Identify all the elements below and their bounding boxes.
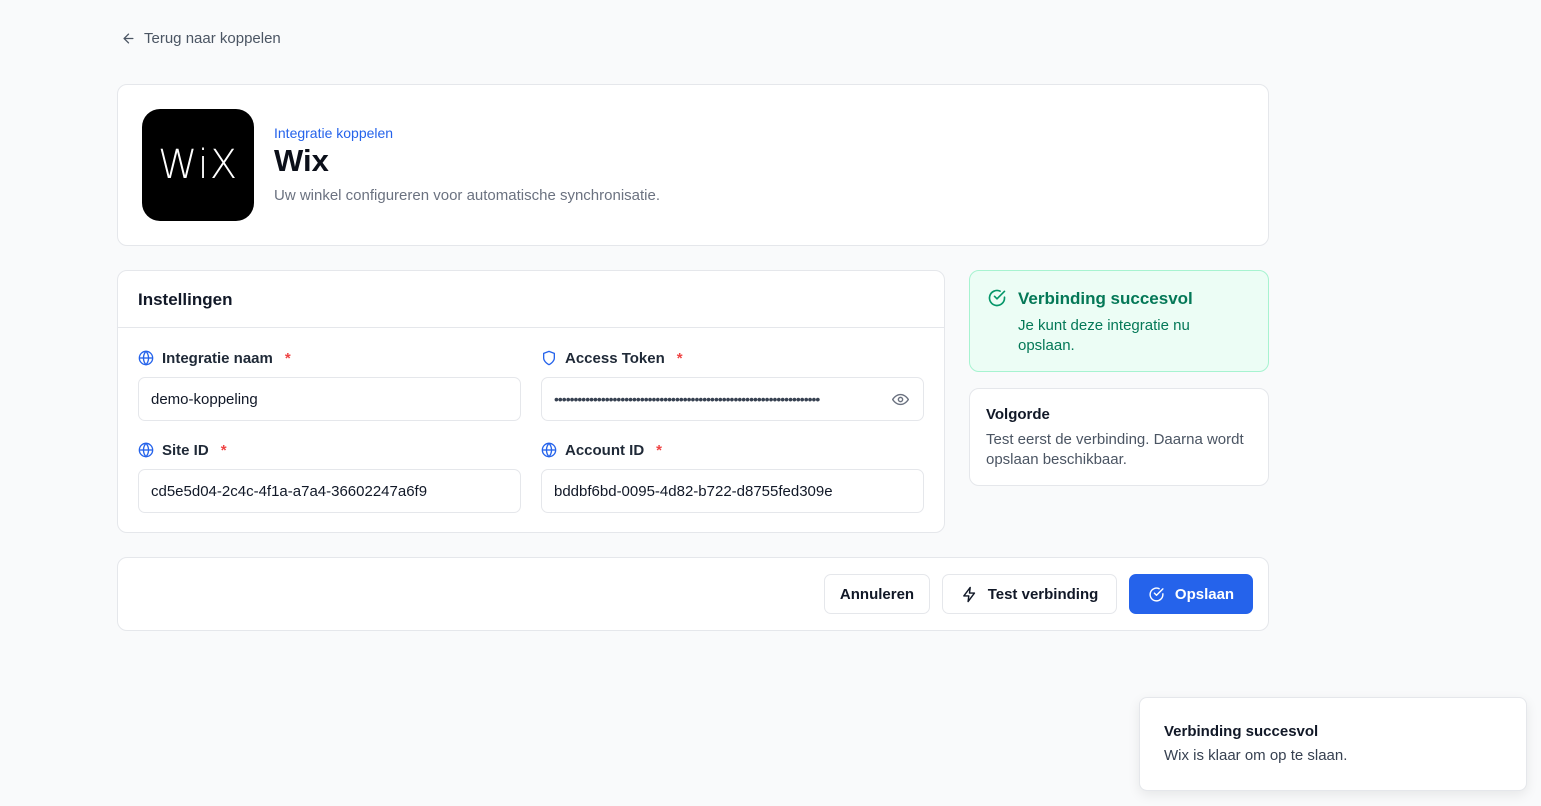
- account-id-label: Account ID *: [541, 440, 924, 460]
- globe-icon: [138, 442, 154, 458]
- required-marker: *: [284, 349, 291, 367]
- check-circle-icon: [988, 289, 1006, 307]
- site-id-label: Site ID *: [138, 440, 521, 460]
- shield-icon: [543, 350, 555, 366]
- toast-title: Verbinding succesvol: [1164, 723, 1319, 740]
- order-text: Test eerst de verbinding. Daarna wordt o…: [986, 431, 1244, 468]
- access-token-label: Access Token *: [541, 348, 924, 368]
- cancel-button[interactable]: Annuleren: [824, 574, 930, 614]
- test-connection-button[interactable]: Test verbinding: [942, 574, 1117, 614]
- globe-icon: [541, 442, 557, 458]
- site-id-input[interactable]: cd5e5d04-2c4c-4f1a-a7a4-36602247a6f9: [138, 469, 521, 513]
- integration-name-field: Integratie naam * demo-koppeling: [138, 348, 521, 421]
- actions-bar: Annuleren Test verbinding Opslaan: [117, 557, 1269, 631]
- wix-logo-text: WiX: [157, 142, 239, 188]
- required-marker: *: [676, 349, 683, 367]
- access-token-value: ••••••••••••••••••••••••••••••••••••••••…: [554, 391, 820, 407]
- lightning-icon: [962, 586, 975, 602]
- required-marker: *: [656, 441, 663, 459]
- site-id-label-text: Site ID: [162, 441, 209, 459]
- access-token-field: Access Token * ••••••••••••••••••••••••••…: [541, 348, 924, 421]
- settings-card: Instellingen Integratie naam * demo-koppe…: [117, 270, 945, 533]
- order-card: Volgorde Test eerst de verbinding. Daarn…: [969, 388, 1269, 486]
- site-id-value: cd5e5d04-2c4c-4f1a-a7a4-36602247a6f9: [151, 482, 428, 500]
- integration-name-label: Integratie naam *: [138, 348, 521, 368]
- save-button-label: Opslaan: [1174, 585, 1235, 603]
- integration-name-value: demo-koppeling: [151, 390, 258, 408]
- arrow-left-icon: [123, 33, 134, 44]
- page-title: Wix: [274, 143, 329, 178]
- success-text: Je kunt deze integratie nu opslaan.: [1018, 317, 1190, 354]
- connection-success-card: Verbinding succesvol Je kunt deze integr…: [969, 270, 1269, 372]
- integration-name-input[interactable]: demo-koppeling: [138, 377, 521, 421]
- save-button[interactable]: Opslaan: [1129, 574, 1253, 614]
- back-link-label: Terug naar koppelen: [144, 30, 281, 47]
- access-token-input[interactable]: ••••••••••••••••••••••••••••••••••••••••…: [541, 377, 924, 421]
- globe-icon: [138, 350, 154, 366]
- test-connection-label: Test verbinding: [987, 585, 1099, 603]
- access-token-label-text: Access Token: [565, 349, 665, 367]
- account-id-input[interactable]: bddbf6bd-0095-4d82-b722-d8755fed309e: [541, 469, 924, 513]
- header-text: Integratie koppelen Wix Uw winkel config…: [274, 125, 660, 204]
- toast-text: Wix is klaar om op te slaan.: [1164, 747, 1348, 764]
- account-id-label-text: Account ID: [565, 441, 645, 459]
- order-title: Volgorde: [986, 406, 1050, 423]
- cancel-button-label: Annuleren: [839, 585, 915, 603]
- toast-notification: Verbinding succesvol Wix is klaar om op …: [1139, 697, 1527, 791]
- required-marker: *: [220, 441, 227, 459]
- eye-icon[interactable]: [892, 391, 909, 408]
- wix-logo: WiX: [142, 109, 254, 221]
- success-title: Verbinding succesvol: [1018, 289, 1193, 308]
- account-id-field: Account ID * bddbf6bd-0095-4d82-b722-d875…: [541, 440, 924, 513]
- eyebrow-label: Integratie koppelen: [274, 125, 394, 141]
- check-circle-icon: [1149, 586, 1164, 602]
- integration-name-label-text: Integratie naam: [162, 349, 273, 367]
- back-link[interactable]: Terug naar koppelen: [121, 30, 281, 47]
- settings-title: Instellingen: [118, 271, 944, 328]
- site-id-field: Site ID * cd5e5d04-2c4c-4f1a-a7a4-3660224…: [138, 440, 521, 513]
- account-id-value: bddbf6bd-0095-4d82-b722-d8755fed309e: [554, 482, 833, 500]
- page-subtitle: Uw winkel configureren voor automatische…: [274, 187, 661, 204]
- integration-header-card: WiX Integratie koppelen Wix Uw winkel co…: [117, 84, 1269, 246]
